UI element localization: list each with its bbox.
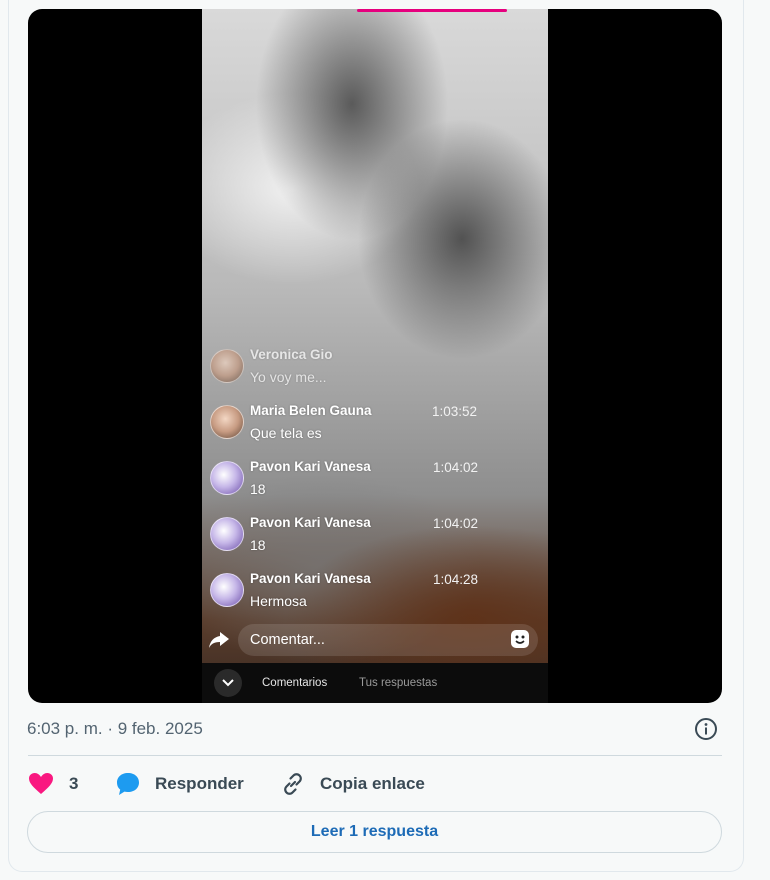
comment-text: Que tela es (250, 425, 322, 441)
comment-time: 1:04:02 (433, 516, 479, 531)
comment-bar: Comentar... (202, 621, 548, 659)
chevron-down-icon (222, 679, 234, 687)
avatar (210, 517, 244, 551)
comment-author: Pavon Kari Vanesa (250, 515, 371, 530)
comment-time: 1:04:02 (433, 460, 479, 475)
live-indicator-bar (357, 9, 507, 12)
avatar (210, 461, 244, 495)
comment-text: Hermosa (250, 593, 307, 609)
reply-label: Responder (155, 774, 244, 793)
heart-icon (29, 773, 53, 794)
live-comment: Pavon Kari Vanesa 1:04:02 18 (210, 459, 540, 503)
avatar (210, 573, 244, 607)
comment-time: 1:04:28 (433, 572, 479, 587)
like-button[interactable]: 3 (28, 770, 78, 798)
avatar (210, 405, 244, 439)
bottom-tabs: Comentarios Tus respuestas (202, 663, 548, 703)
live-comment: Pavon Kari Vanesa 1:04:28 Hermosa (210, 571, 540, 615)
read-replies-button[interactable]: Leer 1 respuesta (27, 811, 722, 853)
live-comment: Veronica Gio Yo voy me... (210, 347, 540, 391)
reply-button[interactable]: Responder (115, 770, 244, 798)
video-player[interactable]: Veronica Gio Yo voy me... Maria Belen Ga… (28, 9, 722, 703)
comment-text: 18 (250, 537, 266, 553)
live-comment: Maria Belen Gauna 1:03:52 Que tela es (210, 403, 540, 447)
tab-your-replies[interactable]: Tus respuestas (359, 677, 437, 689)
comment-author: Veronica Gio (250, 347, 333, 362)
collapse-button[interactable] (214, 669, 242, 697)
video-frame: Veronica Gio Yo voy me... Maria Belen Ga… (202, 9, 548, 703)
info-icon[interactable] (694, 717, 718, 746)
comment-text: 18 (250, 481, 266, 497)
link-icon (284, 773, 302, 795)
live-comment: Pavon Kari Vanesa 1:04:02 18 (210, 515, 540, 559)
comment-input[interactable]: Comentar... (238, 624, 538, 656)
share-arrow-icon[interactable] (208, 631, 230, 654)
copy-link-label: Copia enlace (320, 774, 425, 793)
like-count: 3 (69, 774, 79, 793)
post-timestamp[interactable]: 6:03 p. m. · 9 feb. 2025 (27, 719, 203, 739)
divider (28, 755, 722, 756)
tab-comments[interactable]: Comentarios (262, 677, 327, 689)
comment-author: Pavon Kari Vanesa (250, 571, 371, 586)
avatar (210, 349, 244, 383)
comment-text: Yo voy me... (250, 369, 327, 385)
speech-bubble-icon (117, 773, 139, 795)
comment-time: 1:03:52 (432, 404, 478, 419)
comment-author: Pavon Kari Vanesa (250, 459, 371, 474)
comment-author: Maria Belen Gauna (250, 403, 372, 418)
sticker-icon[interactable] (510, 629, 530, 654)
copy-link-button[interactable]: Copia enlace (280, 770, 425, 798)
